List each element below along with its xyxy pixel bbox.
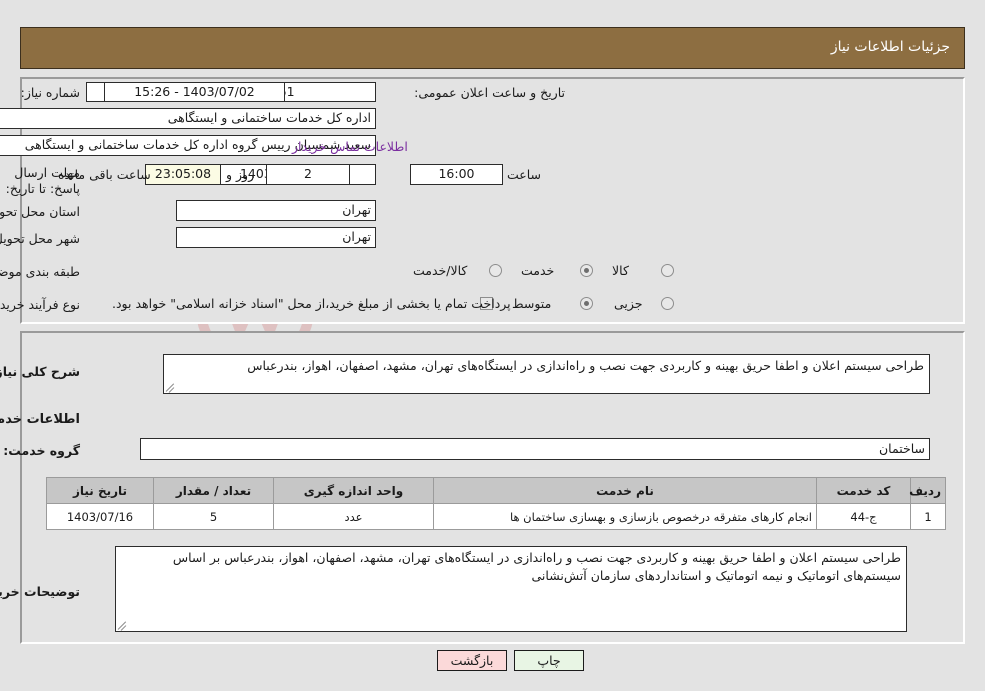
remaining-days-label: روز و — [226, 167, 255, 182]
col-need-date: تاریخ نیاز — [46, 477, 154, 504]
deadline-hour-label: ساعت — [507, 167, 542, 182]
remaining-time-label: ساعت باقی مانده — [58, 167, 151, 182]
buyer-org-value: اداره کل خدمات ساختمانی و ایستگاهی — [0, 108, 376, 129]
subject-category-label: طبقه بندی موضوعی: — [0, 264, 80, 279]
services-table: ردیف کد خدمت نام خدمت واحد اندازه گیری ت… — [46, 477, 946, 530]
resize-grip-icon — [117, 619, 130, 631]
service-group-value[interactable]: ساختمان — [140, 438, 930, 460]
radio-process-minor[interactable] — [661, 297, 674, 310]
cell-service-code: ج-44 — [816, 503, 911, 530]
delivery-province-value: تهران — [176, 200, 376, 221]
buyer-notes-label: توضیحات خریدار: — [0, 584, 80, 599]
col-quantity: تعداد / مقدار — [153, 477, 274, 504]
delivery-city-label: شهر محل تحویل: — [0, 231, 80, 246]
col-service-name: نام خدمت — [433, 477, 817, 504]
delivery-city-value: تهران — [176, 227, 376, 248]
cell-row-number: 1 — [910, 503, 946, 530]
table-row: 1 ج-44 انجام کارهای متفرقه درخصوص بازساز… — [46, 503, 946, 530]
cell-need-date: 1403/07/16 — [46, 503, 154, 530]
radio-category-goods-label: کالا — [612, 263, 629, 278]
cell-service-name: انجام کارهای متفرقه درخصوص بازسازی و بهس… — [433, 503, 817, 530]
services-info-heading: اطلاعات خدمات مورد نیاز — [0, 412, 80, 427]
buyer-notes-value[interactable]: طراحی سیستم اعلان و اطفا حریق بهینه و کا… — [115, 546, 907, 632]
radio-process-minor-label: جزیی — [614, 296, 643, 311]
need-summary-label: شرح کلی نیاز: — [0, 364, 80, 379]
remaining-time-value: 23:05:08 — [145, 164, 221, 185]
radio-category-goods-service[interactable] — [489, 264, 502, 277]
deadline-time-value: 16:00 — [410, 164, 503, 185]
need-summary-value[interactable]: طراحی سیستم اعلان و اطفا حریق بهینه و کا… — [163, 354, 930, 394]
page-title: جزئیات اطلاعات نیاز — [830, 39, 950, 55]
treasury-bonds-label: پرداخت تمام یا بخشی از مبلغ خرید،از محل … — [112, 296, 511, 311]
col-service-code: کد خدمت — [816, 477, 911, 504]
buyer-contact-link[interactable]: اطلاعات تماس خریدار — [292, 139, 408, 154]
service-group-label: گروه خدمت: — [3, 443, 80, 458]
back-button[interactable]: بازگشت — [437, 650, 507, 671]
need-number-label: شماره نیاز: — [20, 85, 80, 100]
need-summary-text: طراحی سیستم اعلان و اطفا حریق بهینه و کا… — [247, 358, 924, 373]
table-header-row: ردیف کد خدمت نام خدمت واحد اندازه گیری ت… — [46, 477, 946, 504]
cell-quantity: 5 — [153, 503, 274, 530]
purchase-process-label: نوع فرآیند خرید : — [0, 297, 80, 312]
col-row-number: ردیف — [909, 477, 946, 504]
resize-grip-icon — [165, 381, 178, 393]
col-unit: واحد اندازه گیری — [273, 477, 434, 504]
radio-process-medium-label: متوسط — [512, 296, 552, 311]
announce-datetime-value: 1403/07/02 - 15:26 — [104, 82, 285, 102]
remaining-days-value: 2 — [266, 164, 350, 185]
buyer-notes-text: طراحی سیستم اعلان و اطفا حریق بهینه و کا… — [172, 550, 901, 583]
announce-datetime-label: تاریخ و ساعت اعلان عمومی: — [414, 85, 565, 100]
print-button[interactable]: چاپ — [514, 650, 584, 671]
page-header-bar: جزئیات اطلاعات نیاز — [20, 27, 965, 69]
page-root: AriaTender.net جزئیات اطلاعات نیاز شماره… — [0, 0, 985, 691]
radio-process-medium[interactable] — [580, 297, 593, 310]
cell-unit: عدد — [273, 503, 434, 530]
radio-category-service-label: خدمت — [521, 263, 555, 278]
delivery-province-label: استان محل تحویل: — [0, 204, 80, 219]
radio-category-service[interactable] — [580, 264, 593, 277]
radio-category-goods-service-label: کالا/خدمت — [413, 263, 468, 278]
radio-category-goods[interactable] — [661, 264, 674, 277]
